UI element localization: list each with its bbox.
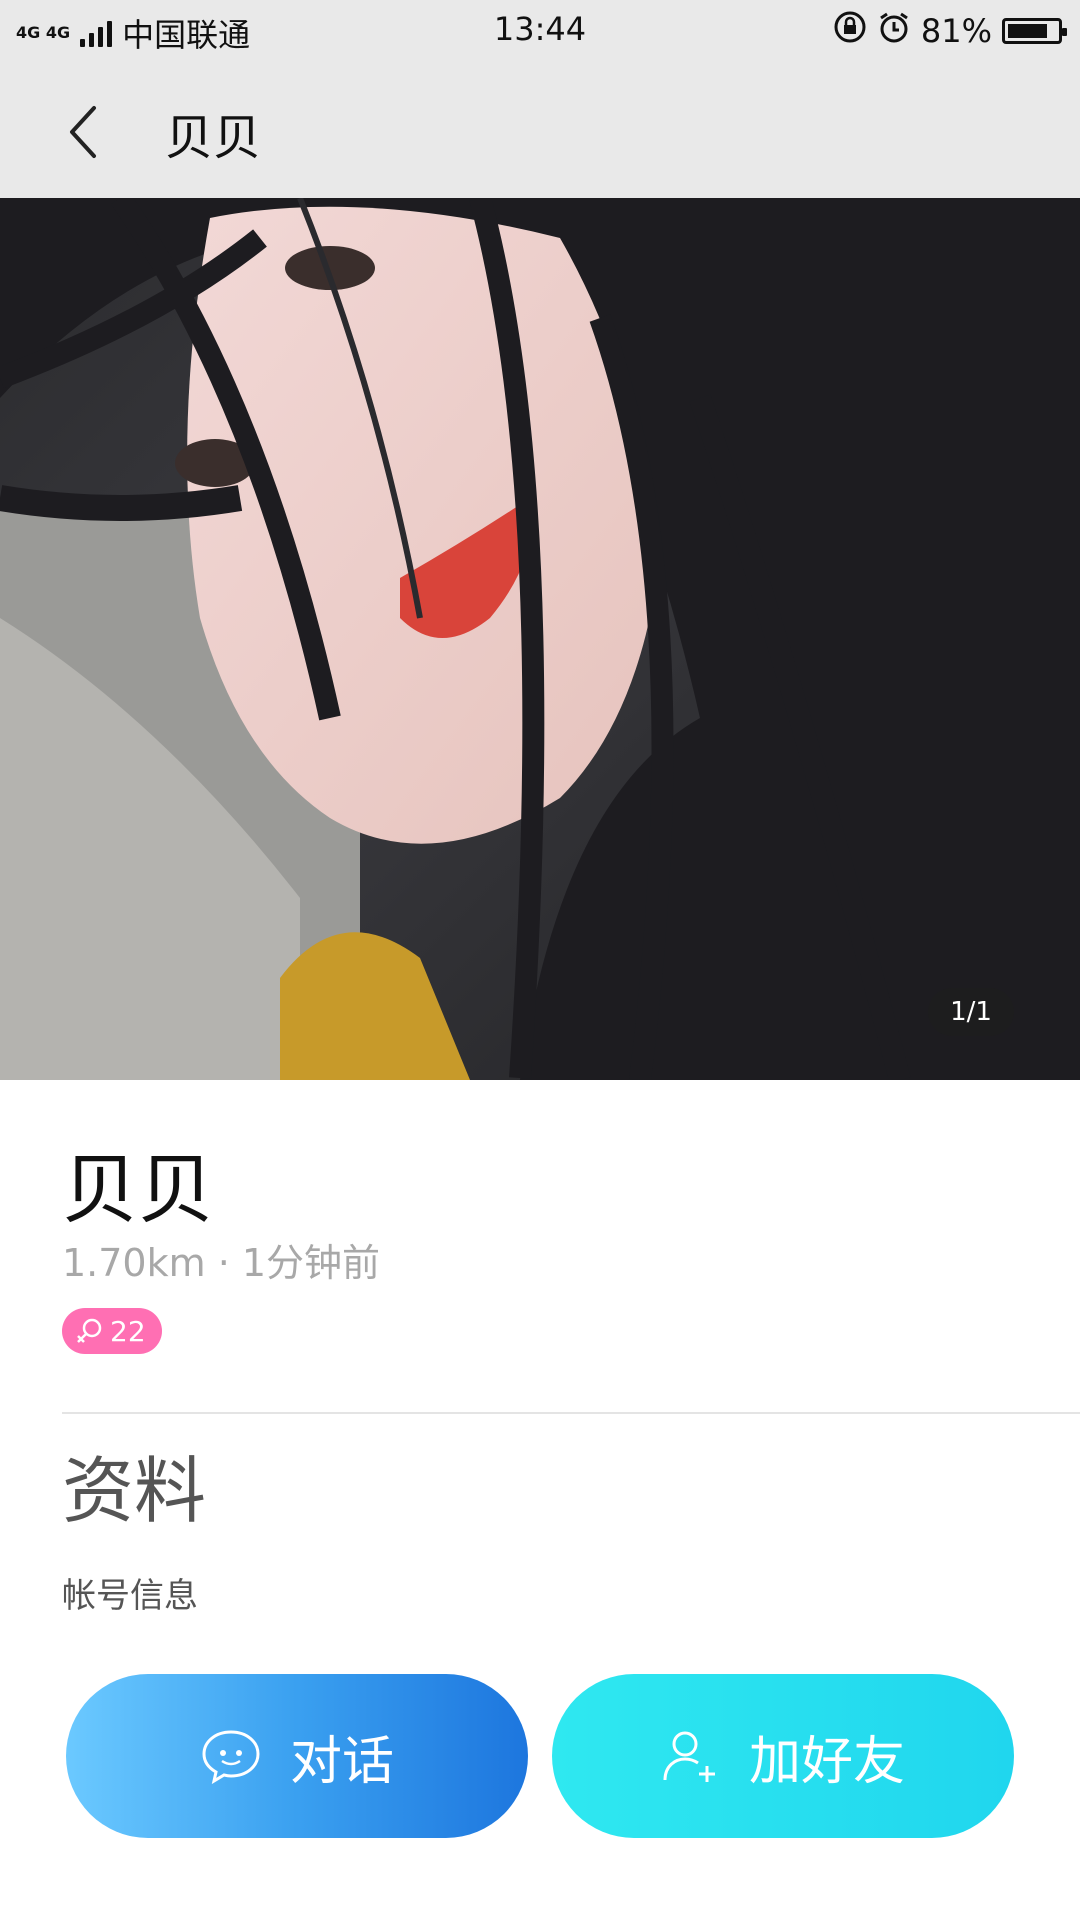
status-bar: 4G 4G 中国联通 13:44 81% xyxy=(0,0,1080,62)
add-friend-button[interactable]: 加好友 xyxy=(552,1674,1014,1838)
rotation-lock-icon xyxy=(833,10,867,52)
alarm-icon xyxy=(877,10,911,52)
battery-icon xyxy=(1002,18,1067,44)
profile-distance-time: 1.70km · 1分钟前 xyxy=(62,1241,381,1285)
chat-button-label: 对话 xyxy=(289,1731,394,1792)
photo-counter: 1/1 xyxy=(928,988,1014,1036)
nav-bar: 贝贝 xyxy=(0,62,1080,198)
section-title: 资料 xyxy=(62,1449,207,1533)
back-button[interactable] xyxy=(50,92,130,172)
age-value: 22 xyxy=(110,1314,146,1348)
add-friend-button-label: 加好友 xyxy=(748,1731,905,1792)
female-icon xyxy=(77,1318,102,1343)
clock: 13:44 xyxy=(493,10,587,48)
chat-button[interactable]: 对话 xyxy=(66,1674,528,1838)
page-title: 贝贝 xyxy=(165,110,262,166)
divider xyxy=(62,1412,1080,1414)
account-info-item[interactable]: 帐号信息 xyxy=(62,1568,198,1617)
add-user-icon xyxy=(663,1731,715,1782)
chat-bubble-icon xyxy=(202,1730,260,1784)
chevron-left-icon xyxy=(70,106,96,158)
battery-percent: 81% xyxy=(920,12,992,50)
profile-photo[interactable]: 1/1 xyxy=(0,198,1080,1080)
profile-name: 贝贝 xyxy=(62,1145,214,1234)
age-badge: 22 xyxy=(62,1308,162,1354)
